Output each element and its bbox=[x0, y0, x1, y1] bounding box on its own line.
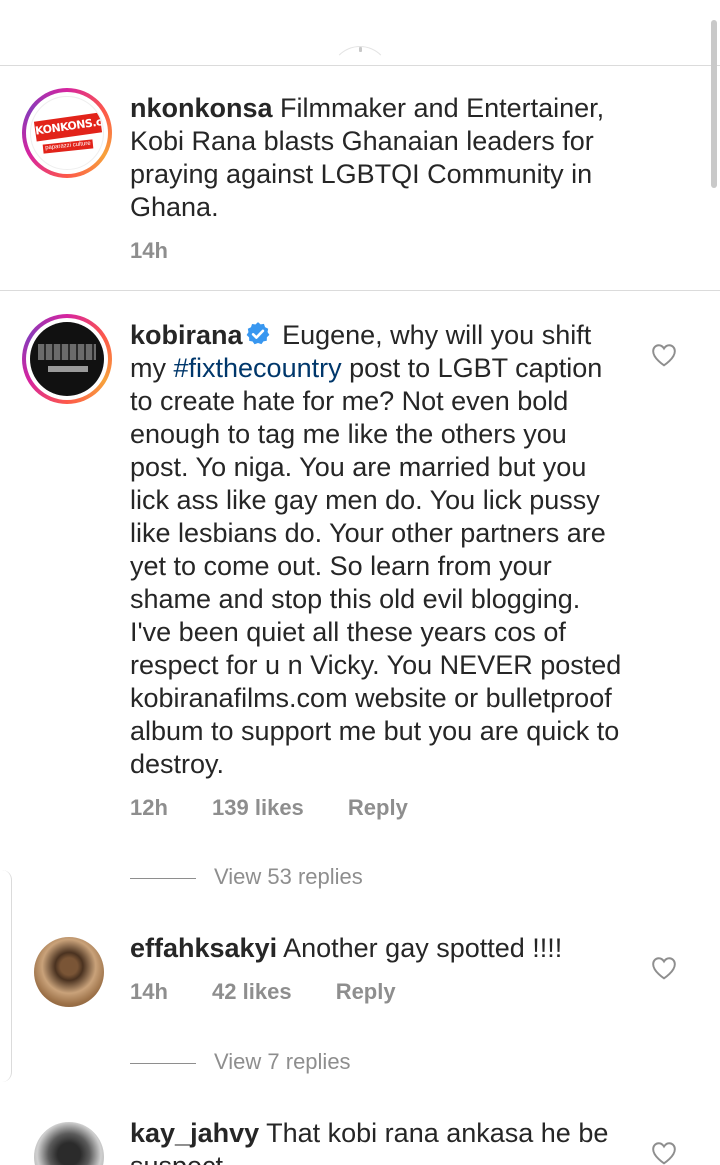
verified-badge-icon bbox=[246, 322, 269, 345]
comment-username[interactable]: effahksakyi bbox=[130, 933, 277, 963]
replies-divider bbox=[130, 877, 196, 879]
replies-divider bbox=[130, 1062, 196, 1064]
refresh-spinner-dot bbox=[359, 47, 362, 52]
avatar-tagline: paparazzi culture bbox=[42, 139, 94, 154]
comment-time: 12h bbox=[130, 795, 168, 820]
comment-text: effahksakyi Another gay spotted !!!! bbox=[130, 932, 628, 965]
comment-text: kay_jahvy That kobi rana ankasa he be su… bbox=[130, 1117, 628, 1165]
reply-button[interactable]: Reply bbox=[348, 795, 408, 820]
comment-avatar-effahksakyi[interactable] bbox=[34, 937, 104, 1007]
caption-meta: 14h bbox=[130, 238, 206, 264]
caption-avatar[interactable]: KONKONS.com paparazzi culture bbox=[22, 88, 112, 178]
like-count[interactable]: 139 likes bbox=[212, 795, 304, 820]
caption-text: nkonkonsa Filmmaker and Entertainer, Kob… bbox=[130, 92, 630, 224]
comment-username[interactable]: kobirana bbox=[130, 320, 243, 350]
side-panel-edge bbox=[0, 870, 12, 1082]
comment-meta: 14h 42 likes Reply bbox=[130, 979, 434, 1005]
reply-button[interactable]: Reply bbox=[336, 979, 396, 1004]
avatar-logo-text: KONKONS.com bbox=[33, 112, 103, 142]
like-heart-icon[interactable] bbox=[651, 343, 677, 367]
comment-text: kobirana Eugene, why will you shift my #… bbox=[130, 319, 628, 781]
like-count[interactable]: 42 likes bbox=[212, 979, 292, 1004]
view-replies-button[interactable]: View 7 replies bbox=[130, 1049, 351, 1075]
view-replies-button[interactable]: View 53 replies bbox=[130, 864, 363, 890]
comment-body-end: post to LGBT caption to create hate for … bbox=[130, 353, 622, 779]
avatar-image bbox=[38, 344, 96, 360]
comment-avatar-kay-jahvy[interactable] bbox=[34, 1122, 104, 1165]
hashtag-link[interactable]: #fixthecountry bbox=[174, 353, 342, 383]
comment-username[interactable]: kay_jahvy bbox=[130, 1118, 259, 1148]
post-caption: KONKONS.com paparazzi culture nkonkonsa … bbox=[0, 66, 720, 291]
like-heart-icon[interactable] bbox=[651, 1141, 677, 1165]
comment-time: 14h bbox=[130, 979, 168, 1004]
comment-meta: 12h 139 likes Reply bbox=[130, 795, 446, 821]
comment-body: Another gay spotted !!!! bbox=[283, 933, 563, 963]
comment-avatar-kobirana[interactable] bbox=[22, 314, 112, 404]
caption-time: 14h bbox=[130, 238, 168, 263]
view-replies-label[interactable]: View 53 replies bbox=[214, 864, 363, 889]
view-replies-label[interactable]: View 7 replies bbox=[214, 1049, 351, 1074]
caption-username[interactable]: nkonkonsa bbox=[130, 93, 273, 123]
like-heart-icon[interactable] bbox=[651, 956, 677, 980]
avatar-image-caption bbox=[48, 366, 88, 372]
